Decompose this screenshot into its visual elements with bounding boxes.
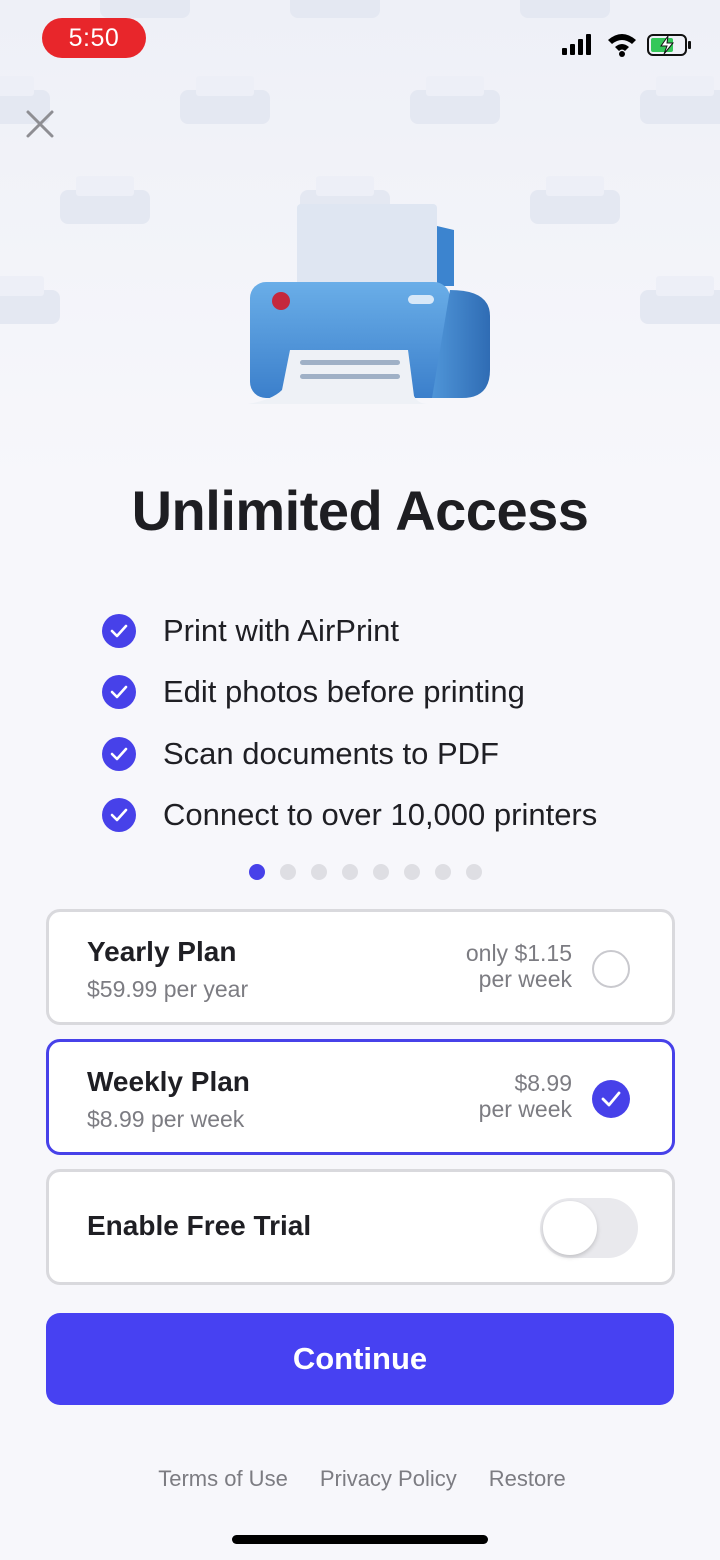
feature-label: Scan documents to PDF [163, 735, 499, 771]
home-indicator[interactable] [232, 1535, 488, 1544]
plan-note-line2: per week [478, 966, 572, 992]
check-circle-icon [102, 736, 136, 771]
feature-item: Edit photos before printing [102, 662, 682, 724]
printer-icon [248, 204, 490, 404]
page-dot-7[interactable] [435, 864, 451, 880]
plan-price: $59.99 per year [87, 976, 249, 1002]
page-dot-2[interactable] [280, 864, 296, 880]
radio-checked-icon[interactable] [592, 1080, 630, 1118]
page-dot-4[interactable] [342, 864, 358, 880]
check-circle-icon [102, 613, 136, 648]
feature-item: Connect to over 10,000 printers [102, 785, 682, 847]
radio-unchecked-icon[interactable] [592, 950, 630, 988]
yearly-plan-option[interactable]: Yearly Plan $59.99 per year only $1.15 p… [46, 909, 675, 1025]
feature-label: Edit photos before printing [163, 674, 525, 710]
privacy-policy-link[interactable]: Privacy Policy [320, 1466, 457, 1492]
page-dot-8[interactable] [466, 864, 482, 880]
battery-charging-icon [647, 34, 691, 56]
plan-note-line1: $8.99 [514, 1070, 572, 1096]
carousel-page-indicator[interactable] [0, 864, 720, 880]
page-dot-6[interactable] [404, 864, 420, 880]
free-trial-label: Enable Free Trial [87, 1210, 312, 1241]
feature-item: Print with AirPrint [102, 600, 682, 662]
plan-name: Weekly Plan [87, 1066, 250, 1097]
plan-weekly-note: $8.99 per week [479, 1070, 572, 1122]
page-dot-1[interactable] [249, 864, 265, 880]
free-trial-row: Enable Free Trial [46, 1169, 675, 1285]
weekly-plan-option[interactable]: Weekly Plan $8.99 per week $8.99 per wee… [46, 1039, 675, 1155]
status-bar: 5:50 [0, 0, 720, 76]
feature-label: Print with AirPrint [163, 612, 400, 648]
footer-links: Terms of Use Privacy Policy Restore [0, 1466, 720, 1492]
page-title: Unlimited Access [131, 479, 589, 542]
plan-note-line1: only $1.15 [465, 940, 572, 966]
feature-list: Print with AirPrint Edit photos before p… [102, 600, 682, 846]
status-icons [562, 34, 691, 57]
toggle-knob [543, 1201, 597, 1255]
check-circle-icon [102, 798, 136, 833]
terms-of-use-link[interactable]: Terms of Use [158, 1466, 288, 1492]
check-circle-icon [102, 675, 136, 710]
free-trial-toggle[interactable] [540, 1198, 638, 1258]
plan-weekly-note: only $1.15 per week [466, 940, 572, 992]
page-dot-3[interactable] [311, 864, 327, 880]
status-time: 5:50 [42, 18, 146, 58]
cellular-signal-icon [562, 34, 591, 55]
plan-name: Yearly Plan [87, 936, 237, 967]
feature-item: Scan documents to PDF [102, 723, 682, 785]
close-icon[interactable] [20, 104, 60, 144]
wifi-icon [608, 34, 636, 57]
plan-note-line2: per week [478, 1096, 572, 1122]
plan-price: $8.99 per week [87, 1106, 245, 1132]
feature-label: Connect to over 10,000 printers [163, 797, 598, 833]
page-dot-5[interactable] [373, 864, 389, 880]
restore-link[interactable]: Restore [489, 1466, 566, 1492]
continue-button[interactable]: Continue [46, 1313, 674, 1405]
